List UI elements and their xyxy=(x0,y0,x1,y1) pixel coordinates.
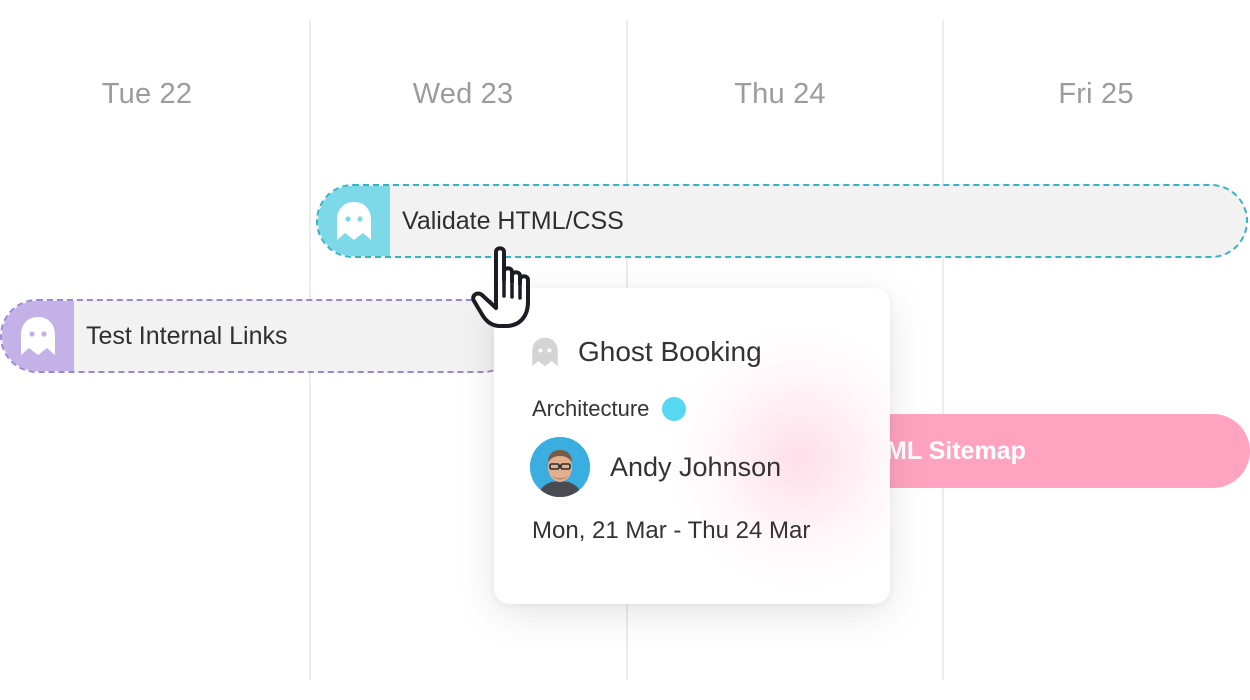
task-bar-sitemap[interactable]: ML Sitemap xyxy=(840,414,1250,488)
assignee-name: Andy Johnson xyxy=(610,451,782,482)
ghost-icon xyxy=(21,317,55,355)
ghost-icon xyxy=(532,337,558,367)
category-label: Architecture xyxy=(532,396,650,421)
ghost-icon xyxy=(337,202,371,240)
avatar-image xyxy=(530,437,590,497)
task-bar-validate-html-css[interactable]: Validate HTML/CSS xyxy=(316,184,1248,258)
popup-date-range: Mon, 21 Mar - Thu 24 Mar xyxy=(532,517,811,544)
day-header-fri: Fri 25 xyxy=(1058,78,1134,110)
category-color-dot xyxy=(662,397,687,421)
task-detail-popup[interactable]: Ghost Booking Architecture Andy Johnson … xyxy=(494,288,890,604)
day-header-tue: Tue 22 xyxy=(101,78,193,110)
day-header-wed: Wed 23 xyxy=(412,78,514,110)
popup-title: Ghost Booking xyxy=(578,336,762,367)
task-bar-test-internal-links[interactable]: Test Internal Links xyxy=(0,299,520,373)
avatar xyxy=(530,437,590,497)
day-header-thu: Thu 24 xyxy=(734,78,826,110)
task-label: Validate HTML/CSS xyxy=(402,206,624,235)
column-divider xyxy=(942,20,944,680)
popup-title-row: Ghost Booking xyxy=(530,336,762,368)
task-label: Test Internal Links xyxy=(86,321,288,350)
popup-category: Architecture xyxy=(532,396,687,422)
popup-assignee[interactable]: Andy Johnson xyxy=(530,437,781,497)
hand-pointer-icon xyxy=(471,246,530,328)
